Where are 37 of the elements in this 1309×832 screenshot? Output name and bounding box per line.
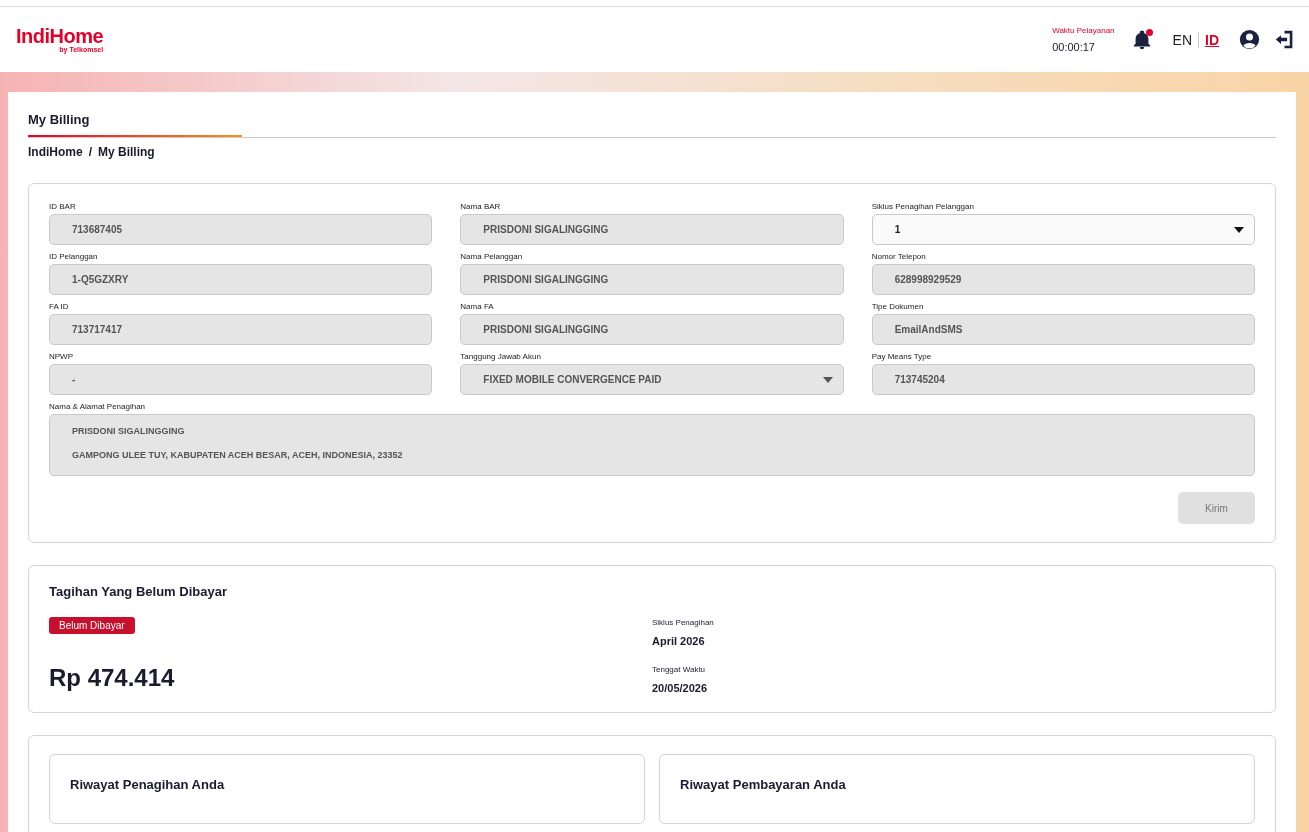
tab[interactable]: My Billing xyxy=(28,106,242,137)
user-icon[interactable] xyxy=(1239,29,1260,50)
field-label: ID BAR xyxy=(49,202,77,211)
language-link[interactable]: ID xyxy=(1199,31,1225,48)
field-label: Tanggung Jawab Akun xyxy=(460,352,542,361)
panel-title: Riwayat Pembayaran Anda xyxy=(680,777,846,792)
field-label: ID Pelanggan xyxy=(49,252,99,261)
breadcrumb-separator: / xyxy=(88,145,92,159)
detail-label: Tenggat Waktu xyxy=(652,665,706,674)
bill-amount: Rp 474.414 xyxy=(49,664,175,692)
logo-text: IndiHome xyxy=(16,26,104,46)
panel-title: Riwayat Penagihan Anda xyxy=(70,777,225,792)
field-label: Nama Pelanggan xyxy=(460,252,524,261)
select-field[interactable]: 1 xyxy=(871,214,1255,245)
field-label: Nama & Alamat Penagihan xyxy=(49,402,147,411)
status-badge: Belum Dibayar xyxy=(49,617,135,634)
field-label: Nama FA xyxy=(460,302,495,311)
card-title: Tagihan Yang Belum Dibayar xyxy=(49,584,227,599)
caret-icon xyxy=(1234,226,1244,233)
language-link[interactable]: EN xyxy=(1166,31,1198,48)
field-label: NPWP xyxy=(49,352,74,361)
breadcrumb-link[interactable]: My Billing xyxy=(98,145,155,159)
field-label: Nama BAR xyxy=(460,202,502,211)
breadcrumb-link[interactable]: IndiHome xyxy=(28,145,83,159)
field-label: FA ID xyxy=(49,302,70,311)
caret-icon xyxy=(822,376,833,383)
logout-icon[interactable] xyxy=(1274,29,1295,50)
service-time-label: Waktu Pelayanan xyxy=(1052,26,1115,35)
detail-value: April 2026 xyxy=(652,635,705,647)
field-label: Pay Means Type xyxy=(871,352,933,361)
field-label: Nomor Telepon xyxy=(871,252,927,261)
detail-label: Siklus Penagihan xyxy=(652,618,714,627)
detail-value: 20/05/2026 xyxy=(652,682,708,694)
field-label: Siklus Penagihan Pelanggan xyxy=(871,202,975,211)
service-timer: 00:00:17 xyxy=(1052,41,1096,53)
field-label: Tipe Dokumen xyxy=(871,302,925,311)
address-field[interactable]: PRISDONI SIGALINGGING GAMPONG ULEE TUY, KABUPATEN ACEH BESAR, ACEH, INDONESIA, 23352 xyxy=(49,414,1255,476)
